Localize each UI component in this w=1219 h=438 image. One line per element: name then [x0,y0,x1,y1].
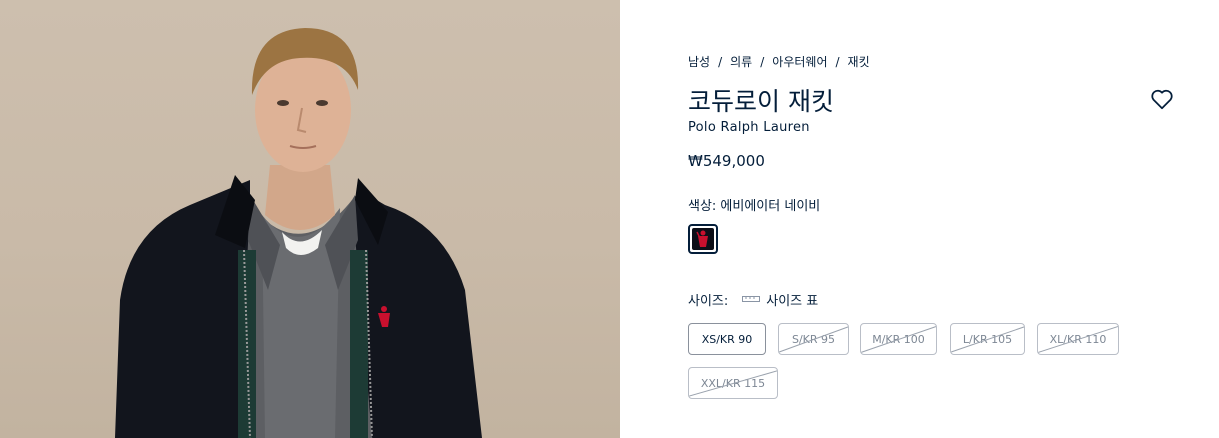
product-title: 코듀로이 재킷 [688,87,834,116]
ruler-icon [742,292,761,307]
product-brand: Polo Ralph Lauren [688,120,810,135]
polo-pony-logo [696,230,708,247]
size-guide-label: 사이즈 표 [766,294,819,309]
size-guide-link[interactable]: 사이즈 표 [742,290,818,309]
color-swatch-aviator-navy[interactable] [688,224,718,254]
breadcrumb-clothing[interactable]: 의류 [730,55,752,69]
breadcrumb-jackets[interactable]: 재킷 [848,55,870,69]
size-label: 사이즈: [688,294,729,309]
size-option-xl[interactable]: XL/KR 110 [1037,323,1119,355]
size-option-l[interactable]: L/KR 105 [950,323,1025,355]
size-option-xs[interactable]: XS/KR 90 [688,323,766,355]
model-illustration [115,28,482,438]
breadcrumb: 남성 / 의류 / 아우터웨어 / 재킷 [688,53,870,70]
size-option-s[interactable]: S/KR 95 [778,323,849,355]
size-header: 사이즈: 사이즈 표 [688,290,818,309]
breadcrumb-outerwear[interactable]: 아우터웨어 [772,55,827,69]
size-option-xxl[interactable]: XXL/KR 115 [688,367,778,399]
color-label: 색상: 에비에이터 네이비 [688,199,821,214]
breadcrumb-separator: / [835,55,840,69]
product-price: ₩549,000 [688,152,765,170]
breadcrumb-separator: / [760,55,765,69]
swatch-fill [692,228,714,250]
breadcrumb-men[interactable]: 남성 [688,55,710,69]
breadcrumb-separator: / [718,55,723,69]
wishlist-button[interactable] [1149,86,1175,112]
product-info: 남성 / 의류 / 아우터웨어 / 재킷 코듀로이 재킷 Polo Ralph Lauren… [688,0,1188,438]
heart-icon [1151,89,1173,110]
size-option-m[interactable]: M/KR 100 [860,323,937,355]
product-image[interactable] [0,0,620,438]
